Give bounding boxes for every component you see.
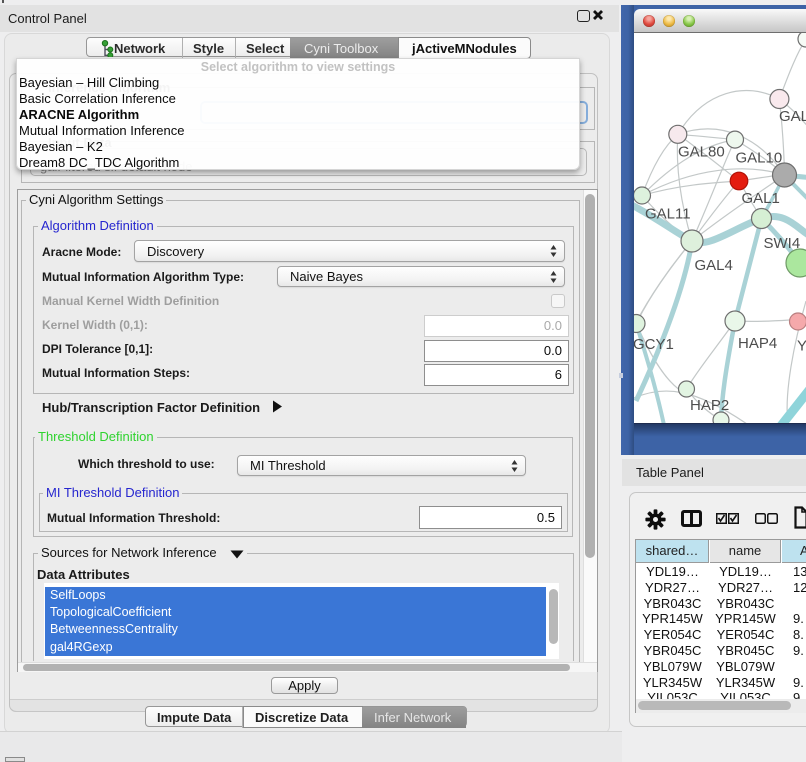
svg-text:SWI4: SWI4 (764, 235, 801, 252)
svg-text:GCY1: GCY1 (634, 336, 674, 353)
svg-text:HAP2: HAP2 (690, 397, 729, 414)
svg-text:GAL4: GAL4 (695, 257, 733, 274)
svg-text:HAP4: HAP4 (738, 335, 777, 352)
svg-text:GAL7: GAL7 (779, 108, 806, 125)
svg-text:GAL1: GAL1 (742, 190, 780, 207)
svg-text:GAL10: GAL10 (736, 150, 783, 167)
svg-text:GAL80: GAL80 (678, 144, 725, 161)
svg-text:GAL11: GAL11 (645, 206, 691, 223)
svg-text:Y: Y (797, 338, 806, 355)
